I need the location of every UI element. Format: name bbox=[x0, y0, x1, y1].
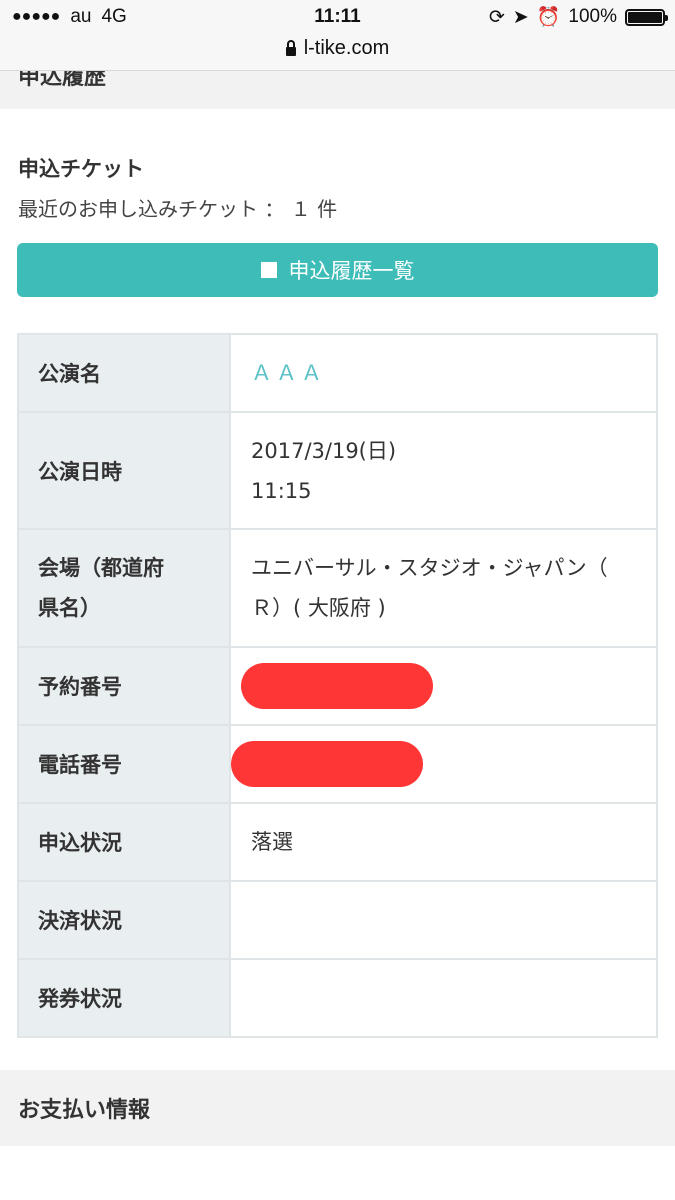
history-list-button[interactable]: 申込履歴一覧 bbox=[17, 243, 658, 297]
payment-section-title: お支払い情報 bbox=[18, 1098, 151, 1123]
row-label-application-status: 申込状況 bbox=[17, 802, 231, 882]
performance-name-link[interactable]: ＡＡＡ bbox=[229, 333, 658, 413]
history-list-button-label: 申込履歴一覧 bbox=[288, 259, 415, 283]
battery-percent: 100% bbox=[568, 6, 617, 27]
table-row: 公演名 ＡＡＡ bbox=[17, 333, 658, 413]
redaction-mark bbox=[231, 741, 423, 787]
url-bar[interactable]: l-tike.com bbox=[0, 36, 675, 71]
section-header-history: 申込履歴 bbox=[0, 71, 675, 109]
issue-status-value bbox=[229, 958, 658, 1038]
alarm-icon: ⏰ bbox=[536, 7, 561, 28]
row-label-phone-number: 電話番号 bbox=[17, 724, 231, 804]
venue-line1: ユニバーサル・スタジオ・ジャパン（ bbox=[251, 556, 608, 580]
section-title: 申込履歴 bbox=[18, 71, 107, 90]
table-row: 決済状況 bbox=[17, 880, 658, 960]
battery-icon bbox=[625, 8, 668, 26]
date-line: 2017/3/19(日) bbox=[251, 438, 397, 463]
venue-value: ユニバーサル・スタジオ・ジャパン（ Ｒ）( 大阪府 ) bbox=[229, 528, 658, 648]
ticket-title: 申込チケット bbox=[18, 157, 144, 181]
row-label-payment-status: 決済状況 bbox=[17, 880, 231, 960]
venue-label-line1: 会場（都道府 bbox=[38, 556, 164, 580]
table-row: 会場（都道府 県名） ユニバーサル・スタジオ・ジャパン（ Ｒ）( 大阪府 ) bbox=[17, 528, 658, 648]
row-label-reservation-number: 予約番号 bbox=[17, 646, 231, 726]
lock-icon bbox=[285, 40, 296, 56]
row-label-datetime: 公演日時 bbox=[17, 411, 231, 530]
row-label-venue: 会場（都道府 県名） bbox=[17, 528, 231, 648]
performance-name[interactable]: ＡＡＡ bbox=[251, 361, 326, 385]
redaction-mark bbox=[241, 663, 433, 709]
square-icon bbox=[260, 262, 277, 278]
table-row: 申込状況 落選 bbox=[17, 802, 658, 882]
rotation-lock-icon: ⟳ bbox=[488, 6, 505, 28]
venue-label-line2: 県名） bbox=[38, 596, 101, 620]
recent-ticket-count: 最近のお申し込みチケット ： １ 件 bbox=[18, 197, 338, 221]
phone-number-value bbox=[229, 724, 658, 804]
application-status-value: 落選 bbox=[229, 802, 658, 882]
payment-status-value bbox=[229, 880, 658, 960]
row-label-issue-status: 発券状況 bbox=[17, 958, 231, 1038]
row-label-performance: 公演名 bbox=[17, 333, 231, 413]
ticket-info-table: 公演名 ＡＡＡ 公演日時 2017/3/19(日) 11:15 会場（都道府 県… bbox=[17, 333, 658, 1038]
venue-line2: Ｒ）( 大阪府 ) bbox=[251, 596, 386, 620]
status-bar: ●●●●● au 4G 11:11 ⟳ ➤ ⏰ 100% bbox=[0, 0, 675, 36]
time-line: 11:15 bbox=[251, 478, 312, 503]
reservation-number-value bbox=[229, 646, 658, 726]
location-arrow-icon: ➤ bbox=[512, 6, 529, 28]
table-row: 電話番号 bbox=[17, 724, 658, 804]
section-header-payment: お支払い情報 bbox=[0, 1070, 675, 1146]
table-row: 予約番号 bbox=[17, 646, 658, 726]
url-text: l-tike.com bbox=[303, 37, 390, 59]
performance-datetime: 2017/3/19(日) 11:15 bbox=[229, 411, 658, 530]
table-row: 発券状況 bbox=[17, 958, 658, 1038]
table-row: 公演日時 2017/3/19(日) 11:15 bbox=[17, 411, 658, 530]
